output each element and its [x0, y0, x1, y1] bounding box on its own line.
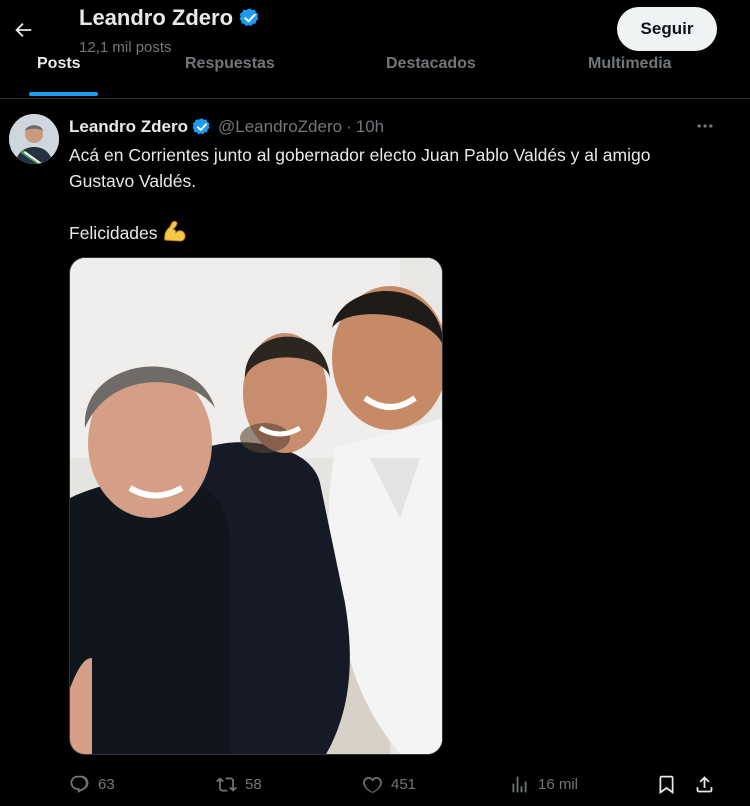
flexed-biceps-icon	[162, 220, 186, 250]
post-timestamp[interactable]: 10h	[356, 117, 384, 137]
bookmark-icon	[659, 775, 674, 794]
avatar[interactable]	[9, 114, 59, 164]
views-count: 16 mil	[538, 775, 579, 793]
analytics-icon	[512, 776, 527, 792]
heart-icon	[363, 776, 382, 793]
reply-button[interactable]: 63	[69, 770, 115, 798]
bookmark-button[interactable]	[656, 770, 677, 798]
like-button[interactable]: 451	[362, 770, 416, 798]
share-icon	[696, 775, 713, 792]
reply-count: 63	[98, 775, 115, 793]
profile-name-text: Leandro Zdero	[79, 5, 234, 30]
post-author-name[interactable]: Leandro Zdero	[69, 117, 188, 137]
post-text-line: Felicidades	[69, 220, 719, 250]
like-count: 451	[391, 775, 417, 793]
post-text-line: Acá en Corrientes junto al gobernador el…	[69, 145, 651, 191]
post-actions: 63 58 451 16 mil	[0, 770, 750, 798]
post-text: Acá en Corrientes junto al gobernador el…	[69, 143, 719, 249]
verified-badge-icon	[239, 8, 259, 26]
repost-button[interactable]: 58	[216, 770, 262, 798]
tab-posts[interactable]: Posts	[37, 55, 81, 73]
profile-name: Leandro Zdero	[79, 5, 261, 31]
header-divider	[0, 98, 750, 99]
follow-button[interactable]: Seguir	[617, 7, 717, 51]
share-button[interactable]	[694, 770, 715, 798]
views-button[interactable]: 16 mil	[509, 770, 578, 798]
reply-icon	[70, 775, 89, 793]
arrow-left-icon	[15, 22, 32, 38]
tab-destacados[interactable]: Destacados	[386, 55, 476, 73]
verified-badge-icon	[192, 118, 210, 135]
profile-header: Leandro Zdero 12,1 mil posts Seguir Post…	[0, 0, 750, 98]
tab-respuestas[interactable]: Respuestas	[185, 55, 275, 73]
more-horizontal-icon	[697, 124, 713, 128]
posts-count: 12,1 mil posts	[79, 39, 172, 56]
active-tab-indicator	[29, 92, 98, 96]
meta-separator: ·	[346, 117, 352, 136]
tab-multimedia[interactable]: Multimedia	[588, 55, 672, 73]
post-author-handle[interactable]: @LeandroZdero	[218, 117, 342, 137]
repost-count: 58	[245, 775, 262, 793]
post-meta: Leandro Zdero @LeandroZdero · 10h	[69, 117, 384, 137]
back-button[interactable]	[8, 12, 38, 48]
post-text-greeting: Felicidades	[69, 222, 158, 243]
more-options-button[interactable]	[692, 113, 718, 139]
repost-icon	[216, 776, 237, 792]
post-image[interactable]	[69, 257, 443, 755]
